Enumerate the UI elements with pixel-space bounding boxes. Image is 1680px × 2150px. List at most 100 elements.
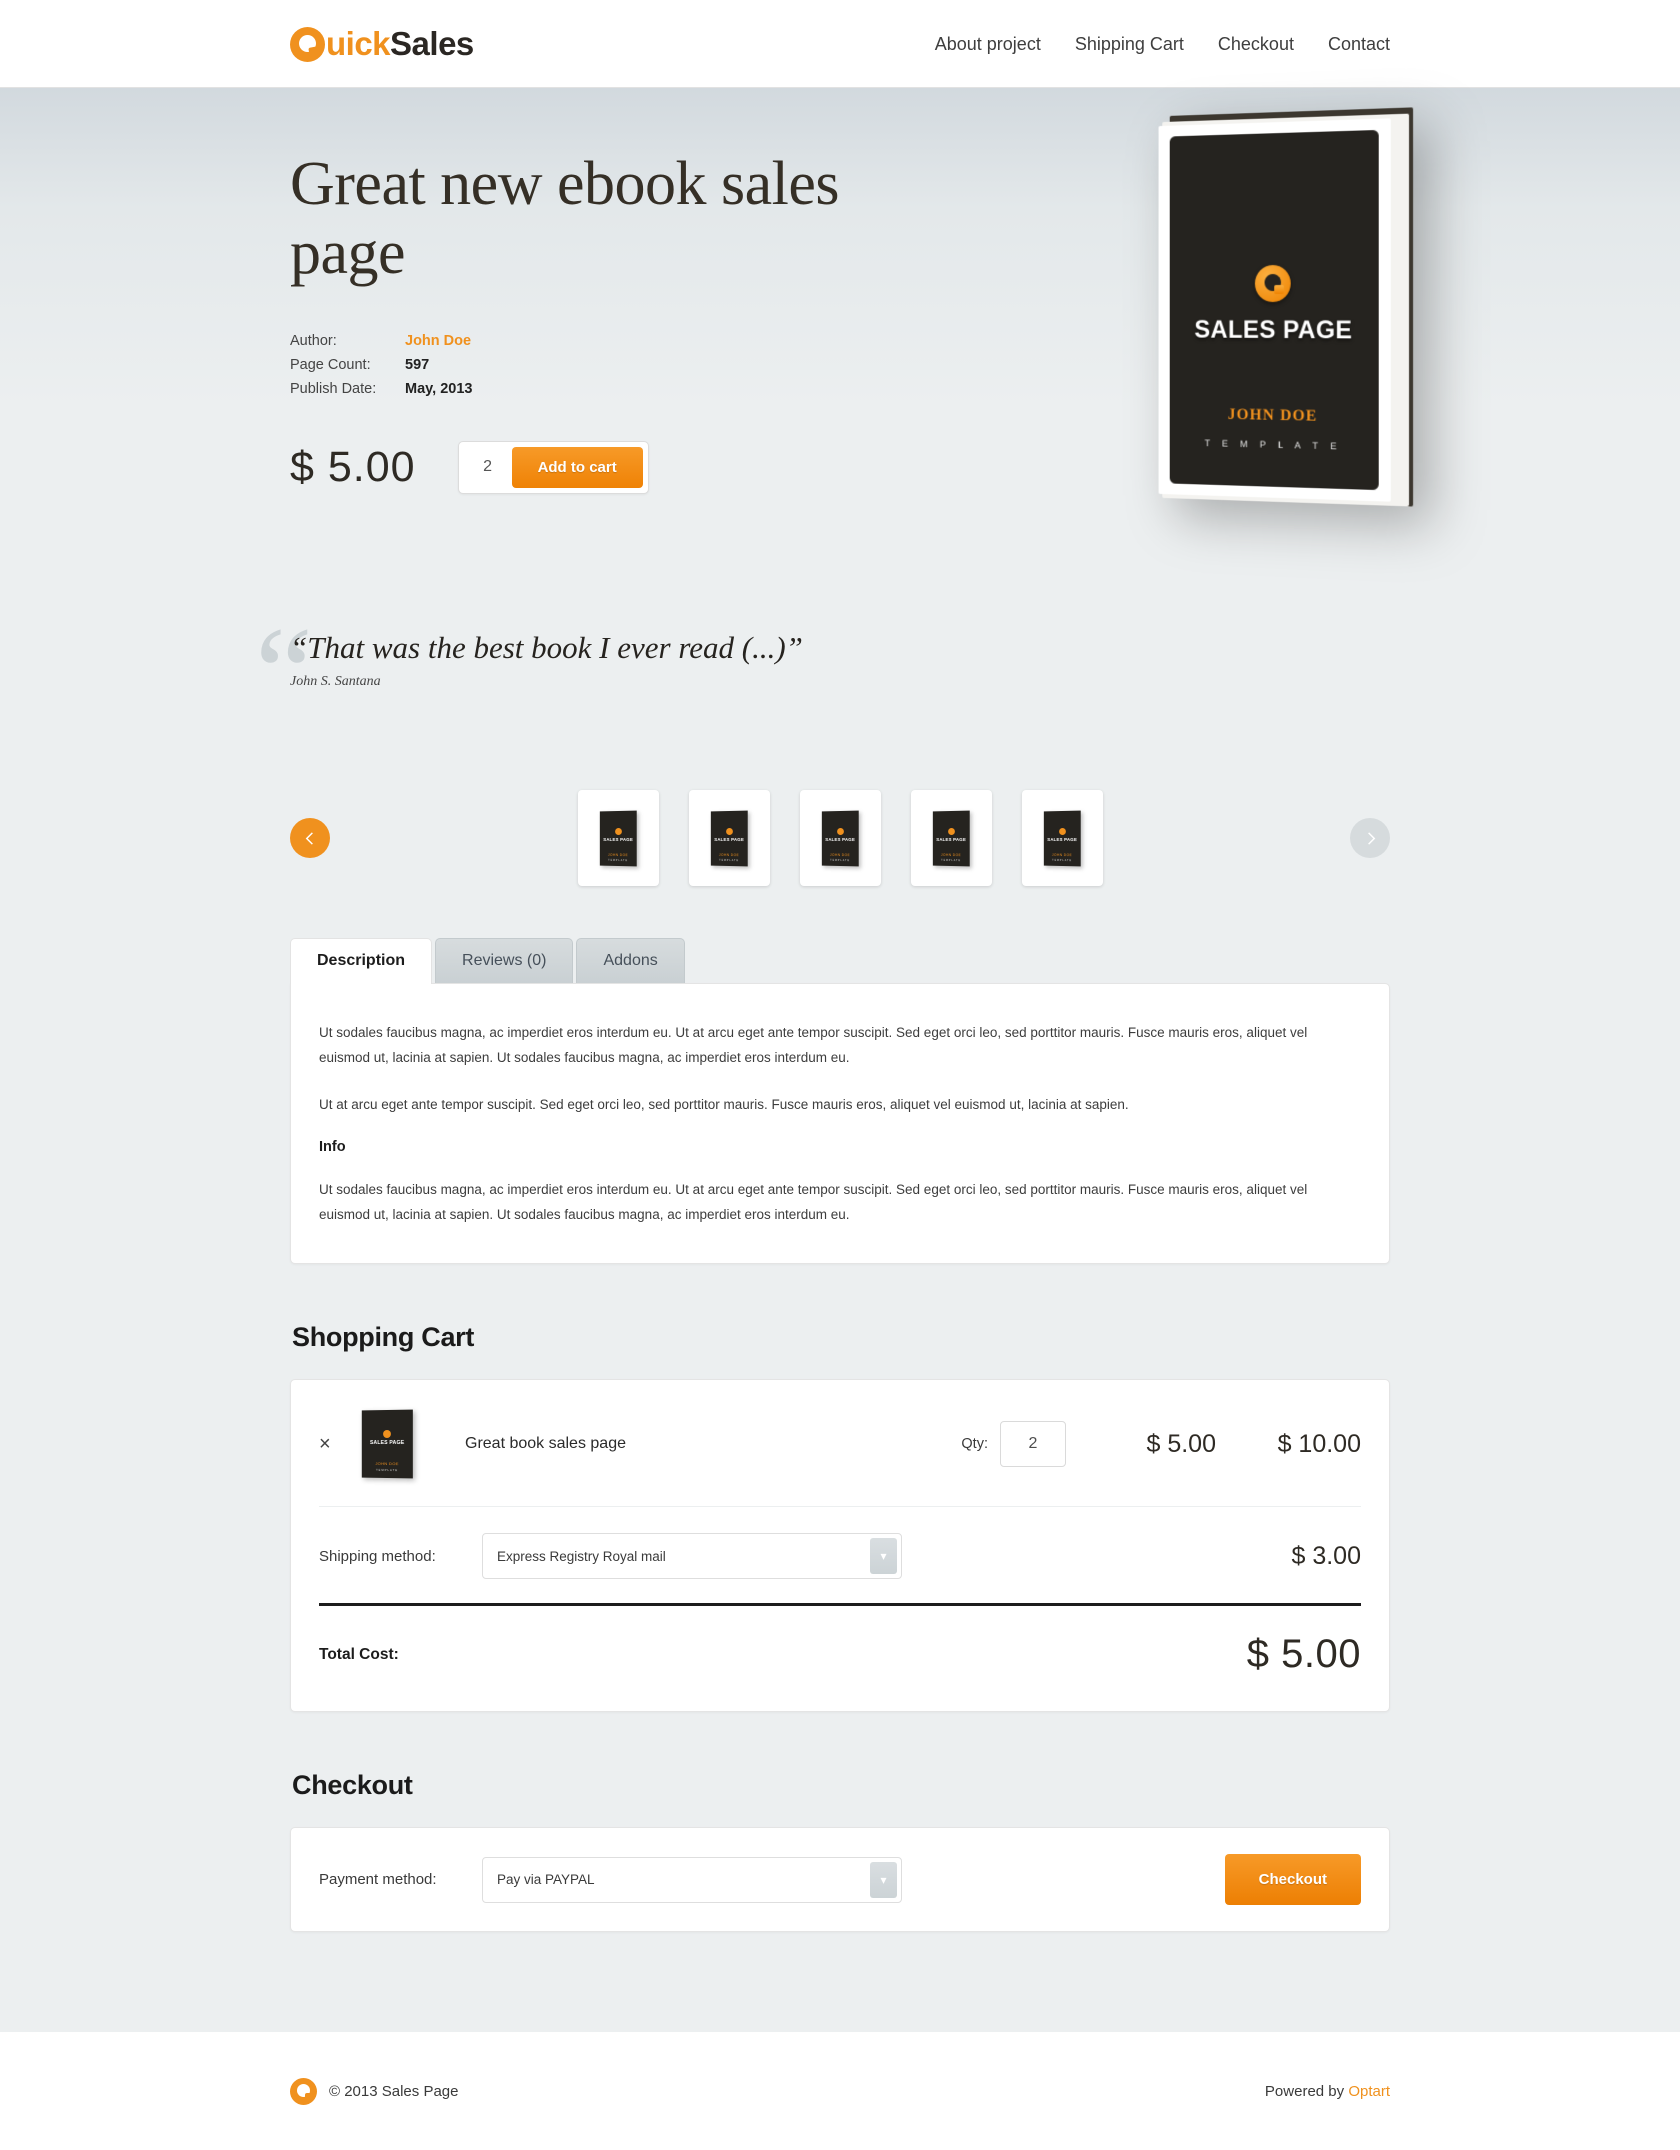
logo-text-uick: uick bbox=[326, 25, 391, 62]
cart-qty-input[interactable] bbox=[1000, 1421, 1066, 1467]
payment-method-select[interactable]: Pay via PAYPAL ▾ bbox=[482, 1856, 902, 1903]
thumb-author: JOHN DOE bbox=[719, 852, 740, 857]
nav-item-about-project[interactable]: About project bbox=[935, 34, 1041, 55]
thumb-author: JOHN DOE bbox=[830, 852, 851, 857]
description-info-heading: Info bbox=[319, 1139, 346, 1155]
nav-item-checkout[interactable]: Checkout bbox=[1218, 34, 1294, 55]
carousel-thumb-4[interactable]: SALES PAGE JOHN DOE TEMPLATE bbox=[910, 790, 992, 886]
nav-item-shipping-cart[interactable]: Shipping Cart bbox=[1075, 34, 1184, 55]
product-price: $ 5.00 bbox=[290, 442, 416, 491]
checkout-title: Checkout bbox=[292, 1770, 413, 1800]
bottom-spacer bbox=[290, 1932, 1390, 2032]
shipping-method-row: Shipping method: Express Registry Royal … bbox=[319, 1507, 1361, 1603]
page-title: Great new ebook sales page bbox=[290, 150, 840, 288]
tab-list: Description Reviews (0) Addons bbox=[290, 938, 1390, 984]
chevron-right-icon bbox=[1367, 831, 1375, 845]
thumb-subtitle: TEMPLATE bbox=[608, 858, 628, 862]
carousel-thumb-2[interactable]: SALES PAGE JOHN DOE TEMPLATE bbox=[688, 790, 770, 886]
shopping-cart-title: Shopping Cart bbox=[292, 1322, 475, 1352]
hero-section: Great new ebook sales page Author: John … bbox=[290, 88, 1414, 608]
carousel-thumb-5[interactable]: SALES PAGE JOHN DOE TEMPLATE bbox=[1021, 790, 1103, 886]
powered-by: Powered by Optart bbox=[1265, 2083, 1390, 2100]
meta-value-publish-date: May, 2013 bbox=[405, 380, 473, 397]
description-paragraph-3: Ut sodales faucibus magna, ac imperdiet … bbox=[319, 1182, 1308, 1222]
thumb-author: JOHN DOE bbox=[941, 852, 962, 857]
thumb-subtitle: TEMPLATE bbox=[1052, 858, 1072, 862]
nav-item-contact[interactable]: Contact bbox=[1328, 34, 1390, 55]
quote-mark-icon: “ bbox=[255, 601, 313, 745]
total-cost-value: $ 5.00 bbox=[1246, 1632, 1361, 1676]
thumb-subtitle: TEMPLATE bbox=[719, 858, 739, 862]
carousel-thumbs: SALES PAGE JOHN DOE TEMPLATE SALES PAGE … bbox=[577, 790, 1103, 886]
payment-method-label: Payment method: bbox=[319, 1871, 437, 1888]
meta-label-author: Author: bbox=[290, 332, 337, 349]
tab-panel-description: Ut sodales faucibus magna, ac imperdiet … bbox=[290, 983, 1390, 1264]
carousel-thumb-3[interactable]: SALES PAGE JOHN DOE TEMPLATE bbox=[799, 790, 881, 886]
thumb-title: SALES PAGE bbox=[369, 1439, 405, 1447]
main-nav: About project Shipping Cart Checkout Con… bbox=[935, 34, 1390, 55]
meta-label-publish-date: Publish Date: bbox=[290, 380, 377, 397]
thumb-q-logo-icon bbox=[947, 827, 955, 835]
testimonial-text: “That was the best book I ever read (...… bbox=[290, 630, 803, 665]
add-to-cart-group: Add to cart bbox=[457, 440, 649, 494]
quantity-input[interactable] bbox=[463, 446, 512, 488]
description-paragraph-2: Ut at arcu eget ante tempor suscipit. Se… bbox=[319, 1097, 1129, 1112]
book-author: JOHN DOE bbox=[1227, 406, 1318, 425]
product-tabs-section: Description Reviews (0) Addons Ut sodale… bbox=[290, 938, 1390, 1264]
payment-method-value: Pay via PAYPAL bbox=[497, 1872, 595, 1887]
cart-qty-label: Qty: bbox=[961, 1436, 988, 1452]
meta-label-page-count: Page Count: bbox=[290, 356, 371, 373]
thumb-author: JOHN DOE bbox=[375, 1460, 399, 1467]
thumb-q-logo-icon bbox=[1058, 827, 1066, 835]
checkout-button[interactable]: Checkout bbox=[1224, 1854, 1361, 1905]
cart-item-name: Great book sales page bbox=[465, 1435, 626, 1452]
chevron-down-icon: ▾ bbox=[870, 1538, 897, 1574]
meta-row-publish-date: Publish Date: May, 2013 bbox=[290, 377, 890, 401]
thumb-subtitle: TEMPLATE bbox=[375, 1467, 399, 1473]
main-content: Great new ebook sales page Author: John … bbox=[0, 88, 1680, 2032]
cart-item-row: × SALES PAGE JOHN DOE TEMPLATE Great boo… bbox=[319, 1380, 1361, 1507]
carousel-thumb-1[interactable]: SALES PAGE JOHN DOE TEMPLATE bbox=[577, 790, 659, 886]
payment-method-row: Payment method: Pay via PAYPAL ▾ Checkou… bbox=[319, 1828, 1361, 1931]
remove-item-icon[interactable]: × bbox=[319, 1433, 361, 1456]
thumb-q-logo-icon bbox=[836, 827, 844, 835]
thumb-subtitle: TEMPLATE bbox=[830, 858, 850, 862]
meta-row-author: Author: John Doe bbox=[290, 329, 890, 353]
shipping-method-value: Express Registry Royal mail bbox=[497, 1548, 666, 1564]
total-cost-label: Total Cost: bbox=[319, 1645, 399, 1663]
thumb-title: SALES PAGE bbox=[825, 836, 856, 842]
product-book-image: SALES PAGE JOHN DOE T E M P L A T E bbox=[1152, 107, 1414, 507]
cart-item-unit-price: $ 5.00 bbox=[1146, 1429, 1216, 1458]
cart-item-thumbnail: SALES PAGE JOHN DOE TEMPLATE bbox=[361, 1409, 413, 1479]
book-title: SALES PAGE bbox=[1194, 315, 1353, 345]
add-to-cart-button[interactable]: Add to cart bbox=[511, 446, 643, 488]
carousel-next-button[interactable] bbox=[1350, 818, 1390, 858]
thumb-q-logo-icon bbox=[614, 827, 622, 835]
tab-reviews[interactable]: Reviews (0) bbox=[435, 938, 574, 983]
thumb-subtitle: TEMPLATE bbox=[941, 858, 961, 862]
cart-item-line-total: $ 10.00 bbox=[1277, 1429, 1361, 1458]
tab-addons[interactable]: Addons bbox=[576, 938, 685, 983]
meta-value-author: John Doe bbox=[405, 332, 472, 349]
shipping-method-select[interactable]: Express Registry Royal mail ▾ bbox=[482, 1533, 902, 1579]
tab-description[interactable]: Description bbox=[290, 938, 433, 984]
meta-value-page-count: 597 bbox=[405, 356, 430, 373]
meta-row-page-count: Page Count: 597 bbox=[290, 353, 890, 377]
thumb-title: SALES PAGE bbox=[714, 836, 745, 842]
carousel-prev-button[interactable] bbox=[290, 818, 330, 858]
optart-link[interactable]: Optart bbox=[1348, 2083, 1390, 2100]
thumbnail-carousel: SALES PAGE JOHN DOE TEMPLATE SALES PAGE … bbox=[290, 790, 1390, 886]
purchase-row: $ 5.00 Add to cart bbox=[290, 440, 890, 494]
shipping-method-label: Shipping method: bbox=[319, 1547, 436, 1565]
site-logo[interactable]: uick Sales bbox=[290, 25, 474, 63]
thumb-q-logo-icon bbox=[383, 1429, 391, 1439]
thumb-author: JOHN DOE bbox=[608, 852, 629, 857]
thumb-title: SALES PAGE bbox=[936, 836, 967, 842]
thumb-author: JOHN DOE bbox=[1052, 852, 1073, 857]
book-subtitle: T E M P L A T E bbox=[1204, 438, 1342, 453]
copyright-text: © 2013 Sales Page bbox=[329, 2082, 459, 2100]
book-q-logo-icon bbox=[1254, 264, 1291, 303]
testimonial: “ “That was the best book I ever read (.… bbox=[255, 608, 1390, 740]
logo-text-sales: Sales bbox=[390, 25, 474, 62]
chevron-left-icon bbox=[305, 831, 313, 845]
